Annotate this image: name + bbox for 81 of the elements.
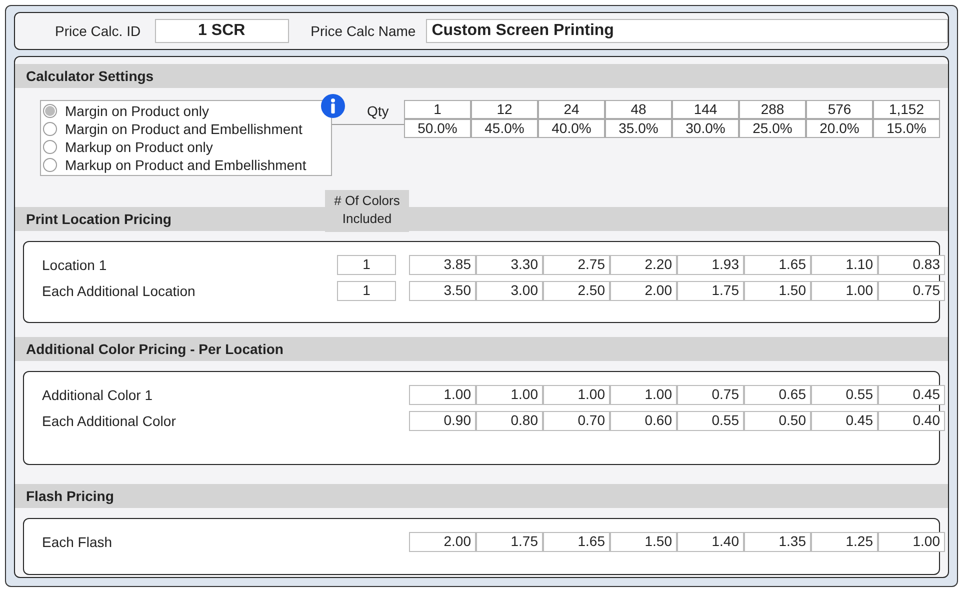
price-field[interactable]: 0.75 [677, 385, 744, 405]
price-field[interactable]: 1.50 [610, 532, 677, 552]
price-field[interactable]: 2.00 [610, 281, 677, 301]
price-field[interactable]: 2.75 [543, 255, 610, 275]
qty-label: Qty [367, 102, 389, 121]
price-field[interactable]: 0.40 [878, 411, 945, 431]
price-field[interactable]: 0.50 [744, 411, 811, 431]
row-label: Each Flash [41, 532, 114, 552]
percent-field[interactable]: 35.0% [605, 119, 672, 138]
row-label: Location 1 [41, 256, 108, 274]
name-label: Price Calc Name [310, 22, 416, 40]
price-field[interactable]: 1.40 [677, 532, 744, 552]
price-field[interactable]: 2.20 [610, 255, 677, 275]
price-field[interactable]: 0.55 [677, 411, 744, 431]
qty-field[interactable]: 48 [605, 100, 672, 119]
price-field[interactable]: 0.90 [409, 411, 476, 431]
qty-field[interactable]: 1,152 [873, 100, 940, 119]
radio-button[interactable] [43, 158, 57, 172]
price-field[interactable]: 0.80 [476, 411, 543, 431]
price-field[interactable]: 1.75 [476, 532, 543, 552]
row-label: Each Additional Location [41, 282, 196, 300]
price-field[interactable]: 1.35 [744, 532, 811, 552]
price-field[interactable]: 3.85 [409, 255, 476, 275]
row-label: Additional Color 1 [41, 386, 154, 404]
radio-option[interactable]: Margin on Product only [43, 102, 209, 120]
radio-option[interactable]: Margin on Product and Embellishment [43, 120, 302, 138]
price-field[interactable]: 1.65 [543, 532, 610, 552]
price-field[interactable]: 0.55 [811, 385, 878, 405]
price-field[interactable]: 3.50 [409, 281, 476, 301]
info-icon[interactable] [321, 94, 345, 118]
price-field[interactable]: 0.75 [878, 281, 945, 301]
radio-button[interactable] [43, 140, 57, 154]
price-field[interactable]: 1.65 [744, 255, 811, 275]
price-field[interactable]: 0.70 [543, 411, 610, 431]
qty-field[interactable]: 24 [538, 100, 605, 119]
percent-field[interactable]: 15.0% [873, 119, 940, 138]
percent-field[interactable]: 40.0% [538, 119, 605, 138]
price-field[interactable]: 1.75 [677, 281, 744, 301]
row-label: Each Additional Color [41, 412, 177, 430]
radio-button[interactable] [43, 104, 57, 118]
price-field[interactable]: 1.25 [811, 532, 878, 552]
column-header: # Of Colors Included [325, 190, 409, 232]
price-field[interactable]: 1.00 [610, 385, 677, 405]
price-field[interactable]: 0.45 [878, 385, 945, 405]
percent-field[interactable]: 25.0% [739, 119, 806, 138]
price-field[interactable]: 0.83 [878, 255, 945, 275]
qty-field[interactable]: 144 [672, 100, 739, 119]
section-header: Additional Color Pricing - Per Location [15, 337, 948, 361]
price-field[interactable]: 3.00 [476, 281, 543, 301]
price-field[interactable]: 3.30 [476, 255, 543, 275]
price-field[interactable]: 0.60 [610, 411, 677, 431]
radio-option[interactable]: Markup on Product and Embellishment [43, 156, 306, 174]
colors-field[interactable]: 1 [337, 255, 396, 275]
percent-field[interactable]: 50.0% [404, 119, 471, 138]
colors-field[interactable]: 1 [337, 281, 396, 301]
price-field[interactable]: 1.00 [878, 532, 945, 552]
qty-field[interactable]: 1 [404, 100, 471, 119]
price-field[interactable]: 1.00 [811, 281, 878, 301]
price-field[interactable]: 1.10 [811, 255, 878, 275]
section-header: Calculator Settings [15, 64, 948, 88]
price-field[interactable]: 0.65 [744, 385, 811, 405]
radio-option[interactable]: Markup on Product only [43, 138, 213, 156]
qty-field[interactable]: 288 [739, 100, 806, 119]
percent-field[interactable]: 45.0% [471, 119, 538, 138]
qty-field[interactable]: 576 [806, 100, 873, 119]
price-field[interactable]: 2.50 [543, 281, 610, 301]
price-field[interactable]: 1.50 [744, 281, 811, 301]
price-field[interactable]: 1.00 [476, 385, 543, 405]
price-field[interactable]: 0.45 [811, 411, 878, 431]
percent-field[interactable]: 30.0% [672, 119, 739, 138]
name-field[interactable]: Custom Screen Printing [426, 19, 948, 43]
price-field[interactable]: 1.93 [677, 255, 744, 275]
price-field[interactable]: 2.00 [409, 532, 476, 552]
section-header: Flash Pricing [15, 484, 948, 508]
radio-button[interactable] [43, 122, 57, 136]
id-label: Price Calc. ID [55, 22, 141, 40]
price-field[interactable]: 1.00 [543, 385, 610, 405]
percent-field[interactable]: 20.0% [806, 119, 873, 138]
qty-field[interactable]: 12 [471, 100, 538, 119]
price-field[interactable]: 1.00 [409, 385, 476, 405]
id-field[interactable]: 1 SCR [154, 19, 289, 43]
